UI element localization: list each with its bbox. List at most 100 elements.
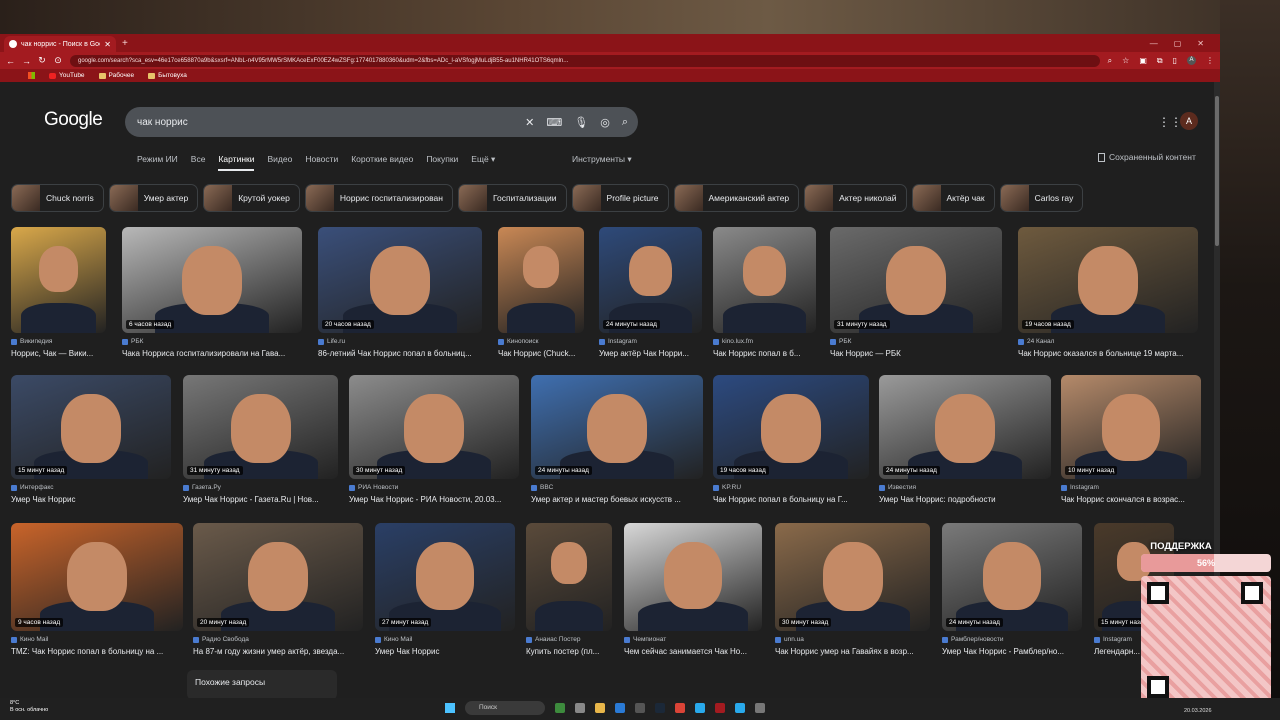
result-thumbnail[interactable]: 20 часов назад	[318, 227, 482, 333]
minimize-icon[interactable]: —	[1150, 36, 1158, 52]
result-source[interactable]: BBC	[531, 484, 553, 491]
result-source[interactable]: Газета.Ру	[183, 484, 221, 491]
result-title[interactable]: Норрис, Чак — Вики...	[11, 349, 106, 358]
tab-close-icon[interactable]: ✕	[104, 40, 111, 49]
bookmark-folder-work[interactable]: Рабочее	[98, 72, 134, 79]
result-thumbnail[interactable]: 24 минуты назад	[942, 523, 1082, 631]
result-thumbnail[interactable]: 31 минуту назад	[830, 227, 1002, 333]
result-source[interactable]: Instagram	[599, 338, 637, 345]
result-title[interactable]: Умер Чак Норрис: подробности	[879, 495, 1051, 504]
donation-qr-code[interactable]	[1141, 576, 1271, 706]
result-source[interactable]: Интерфакс	[11, 484, 54, 491]
result-thumbnail[interactable]	[624, 523, 762, 631]
telegram-icon[interactable]	[695, 703, 705, 713]
result-thumbnail[interactable]	[11, 227, 106, 333]
result-source[interactable]: Кино Mail	[375, 636, 412, 643]
result-title[interactable]: Чак Норрис скончался в возрас...	[1061, 495, 1201, 504]
telegram-desktop-icon[interactable]	[735, 703, 745, 713]
result-source[interactable]: РБК	[122, 338, 143, 345]
result-title[interactable]: Чак Норрис попал в больницу на Г...	[713, 495, 869, 504]
maximize-icon[interactable]: ▢	[1174, 36, 1182, 52]
result-title[interactable]: Умер Чак Норрис - Газета.Ru | Нов...	[183, 495, 338, 504]
file-explorer-icon[interactable]	[595, 703, 605, 713]
close-window-icon[interactable]: ✕	[1197, 36, 1204, 52]
result-thumbnail[interactable]	[526, 523, 612, 631]
result-thumbnail[interactable]: 6 часов назад	[122, 227, 302, 333]
result-source[interactable]: Известия	[879, 484, 916, 491]
result-thumbnail[interactable]: 19 часов назад	[713, 375, 869, 479]
result-title[interactable]: Умер Чак Норрис	[11, 495, 171, 504]
result-title[interactable]: Умер Чак Норрис - Рамблер/но...	[942, 647, 1082, 656]
zoom-icon[interactable]: ⌕	[1108, 56, 1112, 66]
app-icon[interactable]	[755, 703, 765, 713]
result-source[interactable]: kino.lux.fm	[713, 338, 753, 345]
bookmark-folder-home[interactable]: Бытовуха	[148, 72, 187, 79]
steam-icon[interactable]	[655, 703, 665, 713]
site-info-icon[interactable]: ⊙	[54, 55, 62, 66]
result-source[interactable]: Анаиас Постер	[526, 636, 581, 643]
windows-start-icon[interactable]	[445, 703, 455, 713]
result-title[interactable]: Чак Норрис — РБК	[830, 349, 1002, 358]
taskbar-date[interactable]: 20.03.2026	[1184, 708, 1212, 714]
result-source[interactable]: 24 Канал	[1018, 338, 1054, 345]
back-icon[interactable]: ←	[6, 56, 15, 66]
result-source[interactable]: РИА Новости	[349, 484, 398, 491]
result-thumbnail[interactable]: 10 минут назад	[1061, 375, 1201, 479]
forward-icon[interactable]: →	[22, 56, 31, 66]
weather-widget[interactable]: 8°C В осн. облачно	[10, 700, 48, 714]
result-thumbnail[interactable]: 27 минут назад	[375, 523, 515, 631]
result-source[interactable]: Кино Mail	[11, 636, 48, 643]
result-title[interactable]: Чем сейчас занимается Чак Но...	[624, 647, 762, 656]
result-source[interactable]: unn.ua	[775, 636, 804, 643]
result-title[interactable]: Умер актер и мастер боевых искусств ...	[531, 495, 703, 504]
new-tab-icon[interactable]: +	[122, 36, 128, 52]
result-title[interactable]: Чак Норрис (Chuck...	[498, 349, 584, 358]
menu-dots-icon[interactable]: ⋮	[1206, 56, 1214, 66]
extension-icon[interactable]: ▣	[1139, 56, 1147, 66]
result-title[interactable]: Умер Чак Норрис	[375, 647, 515, 656]
result-thumbnail[interactable]: 24 минуты назад	[599, 227, 702, 333]
result-title[interactable]: Умер Чак Норрис - РИА Новости, 20.03...	[349, 495, 519, 504]
edge-icon[interactable]	[615, 703, 625, 713]
result-title[interactable]: Чак Норрис попал в б...	[713, 349, 816, 358]
result-source[interactable]: Instagram	[1061, 484, 1099, 491]
opera-icon[interactable]	[715, 703, 725, 713]
bookmark-youtube[interactable]: YouTube	[49, 72, 85, 79]
result-source[interactable]: Рамблер/новости	[942, 636, 1003, 643]
result-thumbnail[interactable]: 9 часов назад	[11, 523, 183, 631]
result-source[interactable]: KP.RU	[713, 484, 741, 491]
chrome-icon[interactable]	[675, 703, 685, 713]
result-thumbnail[interactable]: 15 минут назад	[11, 375, 171, 479]
result-thumbnail[interactable]: 24 минуты назад	[879, 375, 1051, 479]
sidebar-icon[interactable]: ▯	[1173, 56, 1177, 66]
result-title[interactable]: TMZ: Чак Норрис попал в больницу на ...	[11, 647, 183, 656]
result-thumbnail[interactable]: 20 минут назад	[193, 523, 363, 631]
result-title[interactable]: Чак Норрис оказался в больнице 19 марта.…	[1018, 349, 1198, 358]
result-source[interactable]: Википедия	[11, 338, 52, 345]
result-source[interactable]: Life.ru	[318, 338, 345, 345]
taskbar-search[interactable]: Поиск	[465, 701, 545, 715]
scrollbar-thumb[interactable]	[1215, 96, 1219, 246]
result-thumbnail[interactable]: 24 минуты назад	[531, 375, 703, 479]
result-title[interactable]: Купить постер (пл...	[526, 647, 612, 656]
result-source[interactable]: Instagram	[1094, 636, 1132, 643]
result-thumbnail[interactable]	[713, 227, 816, 333]
result-source[interactable]: Кинопоиск	[498, 338, 538, 345]
result-thumbnail[interactable]: 19 часов назад	[1018, 227, 1198, 333]
result-title[interactable]: 86-летний Чак Норрис попал в больниц...	[318, 349, 482, 358]
address-bar[interactable]: google.com/search?sca_esv=46e17ce658870a…	[70, 54, 1100, 67]
bookmark-star-icon[interactable]: ☆	[1122, 56, 1129, 66]
result-title[interactable]: На 87-м году жизни умер актёр, звезда...	[193, 647, 363, 656]
result-title[interactable]: Чак Норрис умер на Гавайях в возр...	[775, 647, 930, 656]
result-title[interactable]: Чака Норриса госпитализировали на Гава..…	[122, 349, 302, 358]
store-icon[interactable]	[635, 703, 645, 713]
widgets-icon[interactable]	[555, 703, 565, 713]
result-thumbnail[interactable]: 31 минуту назад	[183, 375, 338, 479]
result-source[interactable]: Чемпионат	[624, 636, 666, 643]
profile-avatar[interactable]: A	[1187, 55, 1196, 65]
result-source[interactable]: Радио Свобода	[193, 636, 249, 643]
result-source[interactable]: РБК	[830, 338, 851, 345]
result-thumbnail[interactable]: 30 минут назад	[775, 523, 930, 631]
reload-icon[interactable]: ↻	[38, 55, 46, 66]
bookmark-apps[interactable]	[28, 72, 35, 79]
